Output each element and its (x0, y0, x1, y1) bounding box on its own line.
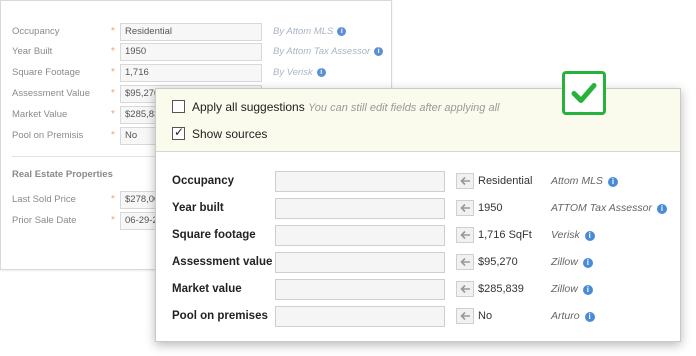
required-marker: * (111, 130, 115, 141)
arrow-left-icon (460, 257, 470, 267)
occupancy-input[interactable] (275, 171, 445, 192)
bg-input[interactable]: Residential (120, 23, 262, 41)
suggestion-row-assessment-value: Assessment value $95,270 Zillow i (156, 252, 680, 274)
bg-row-occupancy: Occupancy * Residential By Attom MLS i (1, 23, 391, 43)
info-icon[interactable]: i (374, 47, 384, 56)
required-marker: * (111, 67, 115, 78)
info-icon[interactable]: i (337, 27, 347, 36)
apply-suggestion-button[interactable] (456, 227, 474, 243)
row-label: Pool on premises (172, 310, 268, 322)
apply-all-checkbox[interactable] (172, 100, 185, 113)
apply-all-label[interactable]: Apply all suggestions (192, 100, 305, 114)
suggested-value: No (478, 310, 493, 322)
suggestion-row-year-built: Year built 1950 ATTOM Tax Assessor i (156, 198, 680, 220)
required-marker: * (111, 194, 115, 205)
bg-source: By Attom MLS i (273, 26, 347, 37)
required-marker: * (111, 88, 115, 99)
suggested-value: $95,270 (478, 256, 518, 268)
pool-input[interactable] (275, 306, 445, 327)
info-icon[interactable]: i (656, 204, 667, 214)
row-source: Arturo i (551, 310, 595, 322)
info-icon[interactable]: i (607, 177, 618, 187)
checkmark-icon: ✓ (174, 125, 185, 139)
square-footage-input[interactable] (275, 225, 445, 246)
apply-all-text: Apply all suggestions You can still edit… (192, 100, 499, 114)
row-label: Market value (172, 283, 242, 295)
suggestion-row-pool: Pool on premises No Arturo i (156, 306, 680, 328)
suggestion-row-market-value: Market value $285,839 Zillow i (156, 279, 680, 301)
apply-suggestion-button[interactable] (456, 173, 474, 189)
bg-label: Pool on Premisis (12, 130, 84, 141)
suggestion-row-square-footage: Square footage 1,716 SqFt Verisk i (156, 225, 680, 247)
apply-suggestion-button[interactable] (456, 254, 474, 270)
success-badge (562, 71, 606, 115)
apply-suggestion-button[interactable] (456, 281, 474, 297)
info-icon[interactable]: i (316, 68, 326, 77)
row-source: Verisk i (551, 229, 595, 241)
row-source: Zillow i (551, 283, 593, 295)
bg-label: Assessment Value (12, 88, 90, 99)
suggested-value: 1,716 SqFt (478, 229, 532, 241)
info-icon[interactable]: i (582, 285, 593, 295)
info-icon[interactable]: i (584, 312, 595, 322)
bg-row-year-built: Year Built * 1950 By Attom Tax Assessor i (1, 43, 391, 63)
bg-label: Year Built (12, 46, 53, 57)
suggestions-modal: Apply all suggestions You can still edit… (155, 88, 681, 342)
show-sources-checkbox[interactable]: ✓ (172, 125, 185, 140)
bg-input[interactable]: 1,716 (120, 64, 262, 82)
row-label: Year built (172, 202, 224, 214)
market-value-input[interactable] (275, 279, 445, 300)
suggested-value: $285,839 (478, 283, 524, 295)
bg-source: By Verisk i (273, 67, 326, 78)
info-icon[interactable]: i (584, 231, 595, 241)
bg-label: Occupancy (12, 26, 60, 37)
info-icon[interactable]: i (582, 258, 593, 268)
row-source: Attom MLS i (551, 175, 618, 187)
bg-input[interactable]: 1950 (120, 43, 262, 61)
required-marker: * (111, 215, 115, 226)
arrow-left-icon (460, 311, 470, 321)
bg-row-square-footage: Square Footage * 1,716 By Verisk i (1, 64, 391, 84)
apply-suggestion-button[interactable] (456, 308, 474, 324)
row-label: Square footage (172, 229, 256, 241)
arrow-left-icon (460, 230, 470, 240)
bg-label: Prior Sale Date (12, 215, 77, 226)
arrow-left-icon (460, 284, 470, 294)
required-marker: * (111, 26, 115, 37)
apply-suggestion-button[interactable] (456, 200, 474, 216)
row-source: ATTOM Tax Assessor i (551, 202, 667, 214)
row-label: Occupancy (172, 175, 234, 187)
section-title: Real Estate Properties (12, 169, 113, 180)
row-label: Assessment value (172, 256, 273, 268)
required-marker: * (111, 109, 115, 120)
assessment-value-input[interactable] (275, 252, 445, 273)
apply-all-note: You can still edit fields after applying… (308, 102, 500, 114)
required-marker: * (111, 46, 115, 57)
arrow-left-icon (460, 203, 470, 213)
show-sources-label[interactable]: Show sources (192, 127, 267, 141)
arrow-left-icon (460, 176, 470, 186)
bg-label: Market Value (12, 109, 68, 120)
row-source: Zillow i (551, 256, 593, 268)
year-built-input[interactable] (275, 198, 445, 219)
bg-label: Last Sold Price (12, 194, 76, 205)
bg-source: By Attom Tax Assessor i (273, 46, 384, 57)
suggested-value: Residential (478, 175, 533, 187)
bg-label: Square Footage (12, 67, 81, 78)
check-icon (571, 83, 597, 103)
suggestion-row-occupancy: Occupancy Residential Attom MLS i (156, 171, 680, 193)
suggested-value: 1950 (478, 202, 503, 214)
